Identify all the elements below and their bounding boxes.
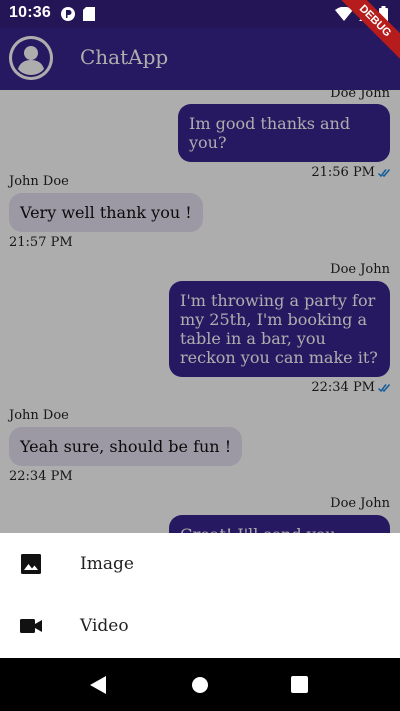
system-nav-bar [0, 658, 400, 711]
image-icon [21, 554, 41, 574]
recents-icon[interactable] [291, 676, 308, 693]
sheet-item-label: Video [80, 616, 129, 636]
sheet-item-video[interactable]: Video [0, 595, 400, 657]
video-icon [20, 619, 42, 633]
status-time: 10:36 [9, 4, 51, 21]
back-icon[interactable] [90, 676, 106, 694]
status-bar: 10:36 [0, 0, 400, 28]
modal-scrim[interactable] [0, 28, 400, 533]
home-icon[interactable] [191, 676, 209, 694]
attachment-sheet: Image Video [0, 533, 400, 658]
sheet-item-image[interactable]: Image [0, 533, 400, 595]
sd-card-icon [83, 7, 95, 21]
sheet-item-label: Image [80, 554, 134, 574]
notification-icon [61, 7, 75, 21]
